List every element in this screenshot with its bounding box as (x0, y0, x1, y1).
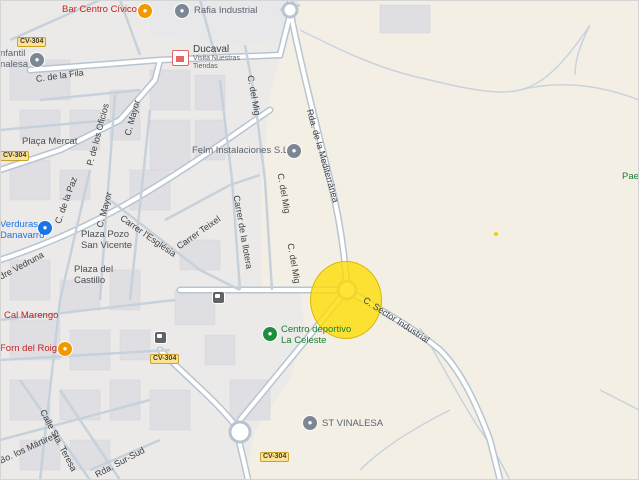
plaza-label-line1: Plaza del (74, 264, 114, 275)
rafia-industrial-pin-icon[interactable]: ● (174, 3, 190, 19)
plaza-label-line1: Plaza Pozo (81, 229, 130, 240)
poi-forn-del-roig[interactable]: Forn del Roig (0, 343, 57, 354)
poi-label: Rafia Industrial (194, 5, 258, 16)
poi-label-line1: nfantil (0, 48, 26, 59)
poi-label-line2: La Celeste (281, 335, 327, 346)
bus-stop-icon[interactable] (154, 331, 167, 344)
poi-label: Ducaval (193, 44, 230, 55)
poi-pael[interactable]: Pael (622, 171, 639, 182)
felm-pin-icon[interactable]: ● (286, 143, 302, 159)
poi-label: Pael (622, 171, 639, 182)
road-shield-cv304[interactable]: CV-304 (150, 354, 180, 364)
poi-felm[interactable]: Felm Instalaciones S.L. (192, 145, 291, 156)
restaurant-pin-icon[interactable]: ● (137, 3, 153, 19)
yellow-marker-dot (494, 232, 498, 236)
poi-infantil[interactable]: nfantil nalesa (0, 48, 28, 70)
poi-label-line1: Verduras (0, 219, 39, 230)
sports-pin-icon[interactable]: ● (262, 326, 278, 342)
poi-bar-centro-civico[interactable]: Bar Centro Cívico (62, 4, 137, 15)
plaza-label: Plaça Mercat (22, 136, 78, 147)
road-shield-cv304[interactable]: CV-304 (0, 151, 30, 161)
poi-label: Cal Marengo (4, 310, 59, 321)
poi-label: Felm Instalaciones S.L. (192, 145, 291, 156)
plaza-mercat[interactable]: Plaça Mercat (22, 136, 77, 147)
plaza-label-line2: San Vicente (81, 240, 133, 251)
road-shield-cv304[interactable]: CV-304 (17, 37, 47, 47)
poi-ducaval[interactable]: Ducaval Visita Nuestras Tiendas (193, 44, 241, 71)
school-pin-icon[interactable]: ● (29, 52, 45, 68)
plaza-label-line2: Castillo (74, 275, 106, 286)
poi-verduras[interactable]: Verduras Danavarro (0, 219, 44, 241)
st-vinalesa-pin-icon[interactable]: ● (302, 415, 318, 431)
poi-st-vinalesa[interactable]: ST VINALESA (322, 418, 383, 429)
poi-label-line2: nalesa (0, 59, 28, 70)
road-shield-cv304[interactable]: CV-304 (260, 452, 290, 462)
poi-label: Bar Centro Cívico (62, 4, 137, 15)
bus-stop-icon[interactable] (212, 291, 225, 304)
poi-sublabel: Visita Nuestras Tiendas (193, 55, 240, 70)
poi-label: Forn del Roig (0, 343, 58, 354)
bakery-pin-icon[interactable]: ● (57, 341, 73, 357)
plaza-del-castillo[interactable]: Plaza del Castillo (74, 264, 113, 286)
poi-centro-deportivo[interactable]: Centro deportivo La Celeste (281, 324, 351, 346)
shopping-icon[interactable] (172, 50, 189, 66)
plaza-pozo-san-vicente[interactable]: Plaza Pozo San Vicente (81, 229, 132, 251)
poi-label-line1: Centro deportivo (281, 324, 352, 335)
poi-label-line2: Danavarro (0, 230, 45, 241)
poi-rafia-industrial[interactable]: Rafia Industrial (194, 5, 257, 16)
poi-label: ST VINALESA (322, 418, 384, 429)
poi-cal-marengo[interactable]: Cal Marengo (4, 310, 58, 321)
map-view[interactable]: Bar Centro Cívico ● ● Rafia Industrial n… (0, 0, 639, 480)
